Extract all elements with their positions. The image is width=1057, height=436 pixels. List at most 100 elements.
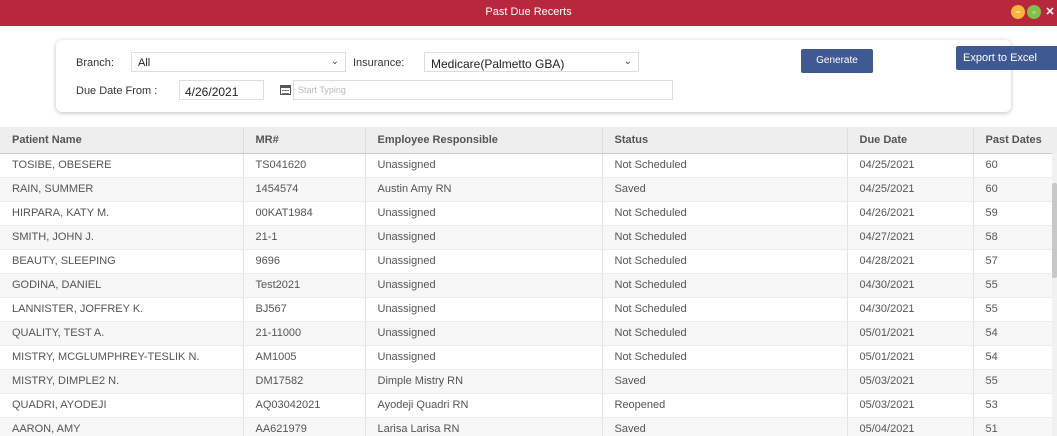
- maximize-icon[interactable]: ▫: [1027, 5, 1041, 19]
- past-dates-cell: 55: [973, 273, 1057, 298]
- employee-cell: Unassigned: [365, 249, 603, 274]
- patient-name-cell: RAIN, SUMMER: [0, 177, 244, 202]
- patient-name-cell: MISTRY, DIMPLE2 N.: [0, 369, 244, 394]
- col-past-dates[interactable]: Past Dates: [973, 127, 1057, 154]
- past-due-table: Patient Name MR# Employee Responsible St…: [0, 127, 1057, 436]
- table-row[interactable]: SMITH, JOHN J. 21-1 Unassigned Not Schedule…: [0, 225, 1057, 250]
- table-row[interactable]: GODINA, DANIEL Test2021 Unassigned Not Sche…: [0, 273, 1057, 298]
- past-dates-cell: 60: [973, 177, 1057, 202]
- status-cell: Not Scheduled: [602, 297, 848, 322]
- status-cell: Saved: [602, 177, 848, 202]
- table-row[interactable]: AARON, AMY AA621979 Larisa Larisa RN Saved 0…: [0, 417, 1057, 436]
- due-date-cell: 05/03/2021: [847, 393, 974, 418]
- employee-cell: Unassigned: [365, 321, 603, 346]
- patient-name-cell: GODINA, DANIEL: [0, 273, 244, 298]
- insurance-select[interactable]: Medicare(Palmetto GBA) ⌄: [424, 52, 639, 72]
- employee-cell: Unassigned: [365, 225, 603, 250]
- employee-cell: Austin Amy RN: [365, 177, 603, 202]
- table-row[interactable]: BEAUTY, SLEEPING 9696 Unassigned Not Schedu…: [0, 249, 1057, 274]
- table-row[interactable]: MISTRY, DIMPLE2 N. DM17582 Dimple Mistry R…: [0, 369, 1057, 394]
- patient-name-cell: HIRPARA, KATY M.: [0, 201, 244, 226]
- patient-name-cell: AARON, AMY: [0, 417, 244, 436]
- past-dates-cell: 59: [973, 201, 1057, 226]
- patient-name-cell: TOSIBE, OBESERE: [0, 153, 244, 178]
- status-cell: Reopened: [602, 393, 848, 418]
- due-date-cell: 04/30/2021: [847, 273, 974, 298]
- mr-number-cell: AM1005: [243, 345, 366, 370]
- due-date-cell: 04/30/2021: [847, 297, 974, 322]
- filter-panel: Branch: All ⌄ Insurance: Medicare(Palmet…: [56, 40, 1011, 112]
- employee-cell: Larisa Larisa RN: [365, 417, 603, 436]
- mr-number-cell: 9696: [243, 249, 366, 274]
- patient-name-cell: QUALITY, TEST A.: [0, 321, 244, 346]
- export-to-excel-button[interactable]: Export to Excel: [956, 46, 1057, 70]
- col-mr-number[interactable]: MR#: [243, 127, 366, 154]
- past-dates-cell: 55: [973, 369, 1057, 394]
- insurance-value: Medicare(Palmetto GBA): [431, 57, 565, 71]
- due-date-from-input[interactable]: 4/26/2021: [179, 80, 264, 100]
- scrollbar-thumb[interactable]: [1052, 183, 1057, 278]
- close-icon[interactable]: ✕: [1043, 5, 1057, 19]
- table-row[interactable]: RAIN, SUMMER 1454574 Austin Amy RN Saved 04/…: [0, 177, 1057, 202]
- table-row[interactable]: QUALITY, TEST A. 21-11000 Unassigned Not Sc…: [0, 321, 1057, 346]
- window-title: Past Due Recerts: [485, 6, 572, 18]
- table-row[interactable]: LANNISTER, JOFFREY K. BJ567 Unassigned Not …: [0, 297, 1057, 322]
- status-cell: Not Scheduled: [602, 201, 848, 226]
- patient-name-cell: QUADRI, AYODEJI: [0, 393, 244, 418]
- status-cell: Not Scheduled: [602, 249, 848, 274]
- mr-number-cell: Test2021: [243, 273, 366, 298]
- due-date-cell: 05/04/2021: [847, 417, 974, 436]
- chevron-down-icon: ⌄: [330, 56, 339, 67]
- patient-name-cell: BEAUTY, SLEEPING: [0, 249, 244, 274]
- past-dates-cell: 51: [973, 417, 1057, 436]
- employee-cell: Unassigned: [365, 201, 603, 226]
- col-employee-responsible[interactable]: Employee Responsible: [365, 127, 603, 154]
- due-date-cell: 04/28/2021: [847, 249, 974, 274]
- status-cell: Saved: [602, 417, 848, 436]
- status-cell: Not Scheduled: [602, 321, 848, 346]
- table-row[interactable]: QUADRI, AYODEJI AQ03042021 Ayodeji Quadri …: [0, 393, 1057, 418]
- calendar-icon[interactable]: [280, 85, 291, 95]
- col-status[interactable]: Status: [602, 127, 848, 154]
- employee-cell: Ayodeji Quadri RN: [365, 393, 603, 418]
- due-date-cell: 05/01/2021: [847, 345, 974, 370]
- mr-number-cell: DM17582: [243, 369, 366, 394]
- employee-cell: Unassigned: [365, 153, 603, 178]
- due-date-from-value: 4/26/2021: [185, 85, 239, 99]
- due-date-to-input[interactable]: [294, 81, 672, 99]
- col-due-date[interactable]: Due Date: [847, 127, 974, 154]
- mr-number-cell: TS041620: [243, 153, 366, 178]
- employee-cell: Dimple Mistry RN: [365, 369, 603, 394]
- table-row[interactable]: TOSIBE, OBESERE TS041620 Unassigned Not Sch…: [0, 153, 1057, 178]
- branch-value: All: [138, 57, 151, 69]
- table-header-row: Patient Name MR# Employee Responsible St…: [0, 127, 1057, 154]
- table-row[interactable]: HIRPARA, KATY M. 00KAT1984 Unassigned Not S…: [0, 201, 1057, 226]
- minimize-icon[interactable]: −: [1011, 5, 1025, 19]
- patient-name-cell: LANNISTER, JOFFREY K.: [0, 297, 244, 322]
- due-date-cell: 04/25/2021: [847, 177, 974, 202]
- due-date-cell: 04/25/2021: [847, 153, 974, 178]
- generate-button[interactable]: Generate: [801, 49, 873, 73]
- due-date-cell: 04/26/2021: [847, 201, 974, 226]
- past-dates-cell: 60: [973, 153, 1057, 178]
- mr-number-cell: 1454574: [243, 177, 366, 202]
- past-dates-cell: 54: [973, 345, 1057, 370]
- status-cell: Saved: [602, 369, 848, 394]
- branch-select[interactable]: All ⌄: [131, 52, 346, 72]
- title-bar: Past Due Recerts − ▫ ✕: [0, 0, 1057, 26]
- due-date-cell: 05/03/2021: [847, 369, 974, 394]
- table-row[interactable]: MISTRY, MCGLUMPHREY-TESLIK N. AM1005 Unass…: [0, 345, 1057, 370]
- due-date-cell: 05/01/2021: [847, 321, 974, 346]
- past-dates-cell: 54: [973, 321, 1057, 346]
- mr-number-cell: 00KAT1984: [243, 201, 366, 226]
- vertical-scrollbar[interactable]: [1052, 153, 1057, 436]
- chevron-down-icon: ⌄: [623, 56, 632, 67]
- branch-label: Branch:: [76, 57, 114, 69]
- mr-number-cell: AQ03042021: [243, 393, 366, 418]
- mr-number-cell: BJ567: [243, 297, 366, 322]
- mr-number-cell: 21-1: [243, 225, 366, 250]
- due-date-to-field[interactable]: [293, 80, 673, 100]
- employee-cell: Unassigned: [365, 273, 603, 298]
- patient-name-cell: SMITH, JOHN J.: [0, 225, 244, 250]
- col-patient-name[interactable]: Patient Name: [0, 127, 244, 154]
